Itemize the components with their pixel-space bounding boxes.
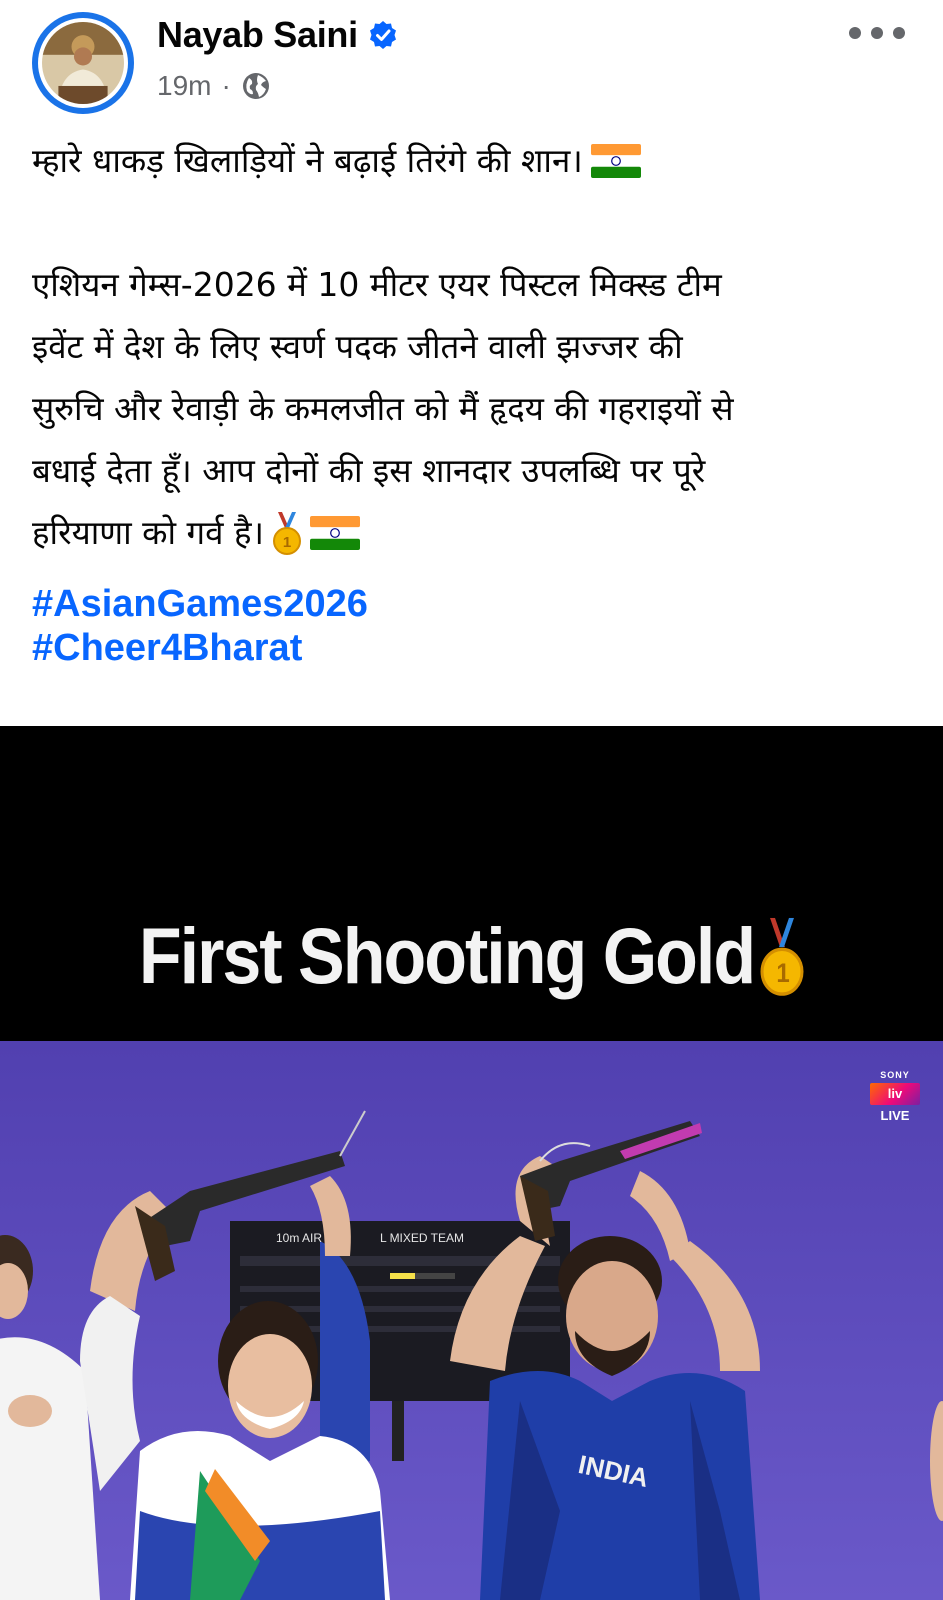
globe-icon [241,71,271,101]
more-options-button[interactable] [849,20,905,46]
facebook-post: Nayab Saini 19m · म्हारे धाकड़ खिलाड़ियो… [0,0,943,1600]
post-line-1-text: म्हारे धाकड़ खिलाड़ियों ने बढ़ाई तिरंगे … [32,141,583,180]
post-para-2: एशियन गेम्स-2026 में 10 मीटर एयर पिस्टल … [32,254,912,564]
media-title: First Shooting Gold 1 [0,911,943,1001]
scoreboard-event-label: 10m AIR [276,1231,323,1245]
post-media[interactable]: First Shooting Gold 1 10m AIR L MIXED TE… [0,726,943,1600]
post-para-line: इवेंट में देश के लिए स्वर्ण पदक जीतने वा… [32,327,683,366]
post-meta: 19m · [157,70,271,102]
svg-text:1: 1 [283,534,291,551]
avatar-photo [42,22,124,104]
post-text: म्हारे धाकड़ खिलाड़ियों ने बढ़ाई तिरंगे … [32,130,912,670]
post-para-line: सुरुचि और रेवाड़ी के कमलजीत को मैं हृदय … [32,389,734,428]
gold-medal-icon: 1 [760,917,804,996]
gold-medal-icon: 1 [272,512,302,556]
verified-badge-icon [368,20,398,50]
hashtag-list: #AsianGames2026 #Cheer4Bharat [32,582,912,670]
author-row: Nayab Saini [157,14,398,56]
hashtag-asiangames2026[interactable]: #AsianGames2026 [32,582,912,626]
india-flag-icon [309,508,360,550]
broadcaster-name: SONY [880,1070,910,1080]
post-line-1: म्हारे धाकड़ खिलाड़ियों ने बढ़ाई तिरंगे … [32,130,912,192]
post-para-line: बधाई देता हूँ। आप दोनों की इस शानदार उपल… [32,451,706,490]
author-name[interactable]: Nayab Saini [157,14,358,56]
svg-text:1: 1 [776,959,789,989]
post-header: Nayab Saini 19m · [0,0,943,120]
live-badge: LIVE [880,1108,910,1123]
medal-ceremony-photo [0,1041,943,1600]
india-flag-icon [590,136,641,178]
post-time[interactable]: 19m [157,70,211,102]
meta-separator: · [221,70,231,101]
broadcaster-logo: SONY liv LIVE [867,1070,923,1123]
broadcaster-logo-mark: liv [870,1083,920,1105]
post-para-line: हरियाणा को गर्व है। [32,513,264,552]
media-title-text: First Shooting Gold [138,912,756,1000]
avatar[interactable] [32,12,134,114]
post-para-line: एशियन गेम्स-2026 में 10 मीटर एयर पिस्टल … [32,265,722,304]
hashtag-cheer4bharat[interactable]: #Cheer4Bharat [32,626,912,670]
scoreboard-event-label-2: L MIXED TEAM [380,1231,465,1245]
